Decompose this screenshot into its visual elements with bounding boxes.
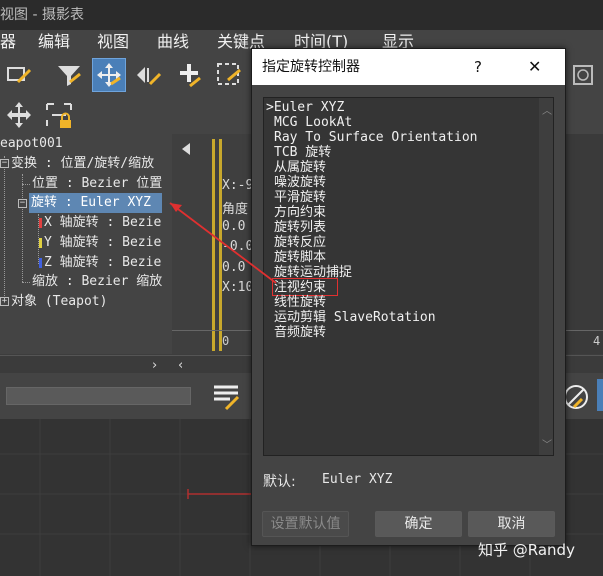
annotation-arrow [169, 202, 277, 284]
watermark: 知乎 @Randy [478, 541, 575, 559]
